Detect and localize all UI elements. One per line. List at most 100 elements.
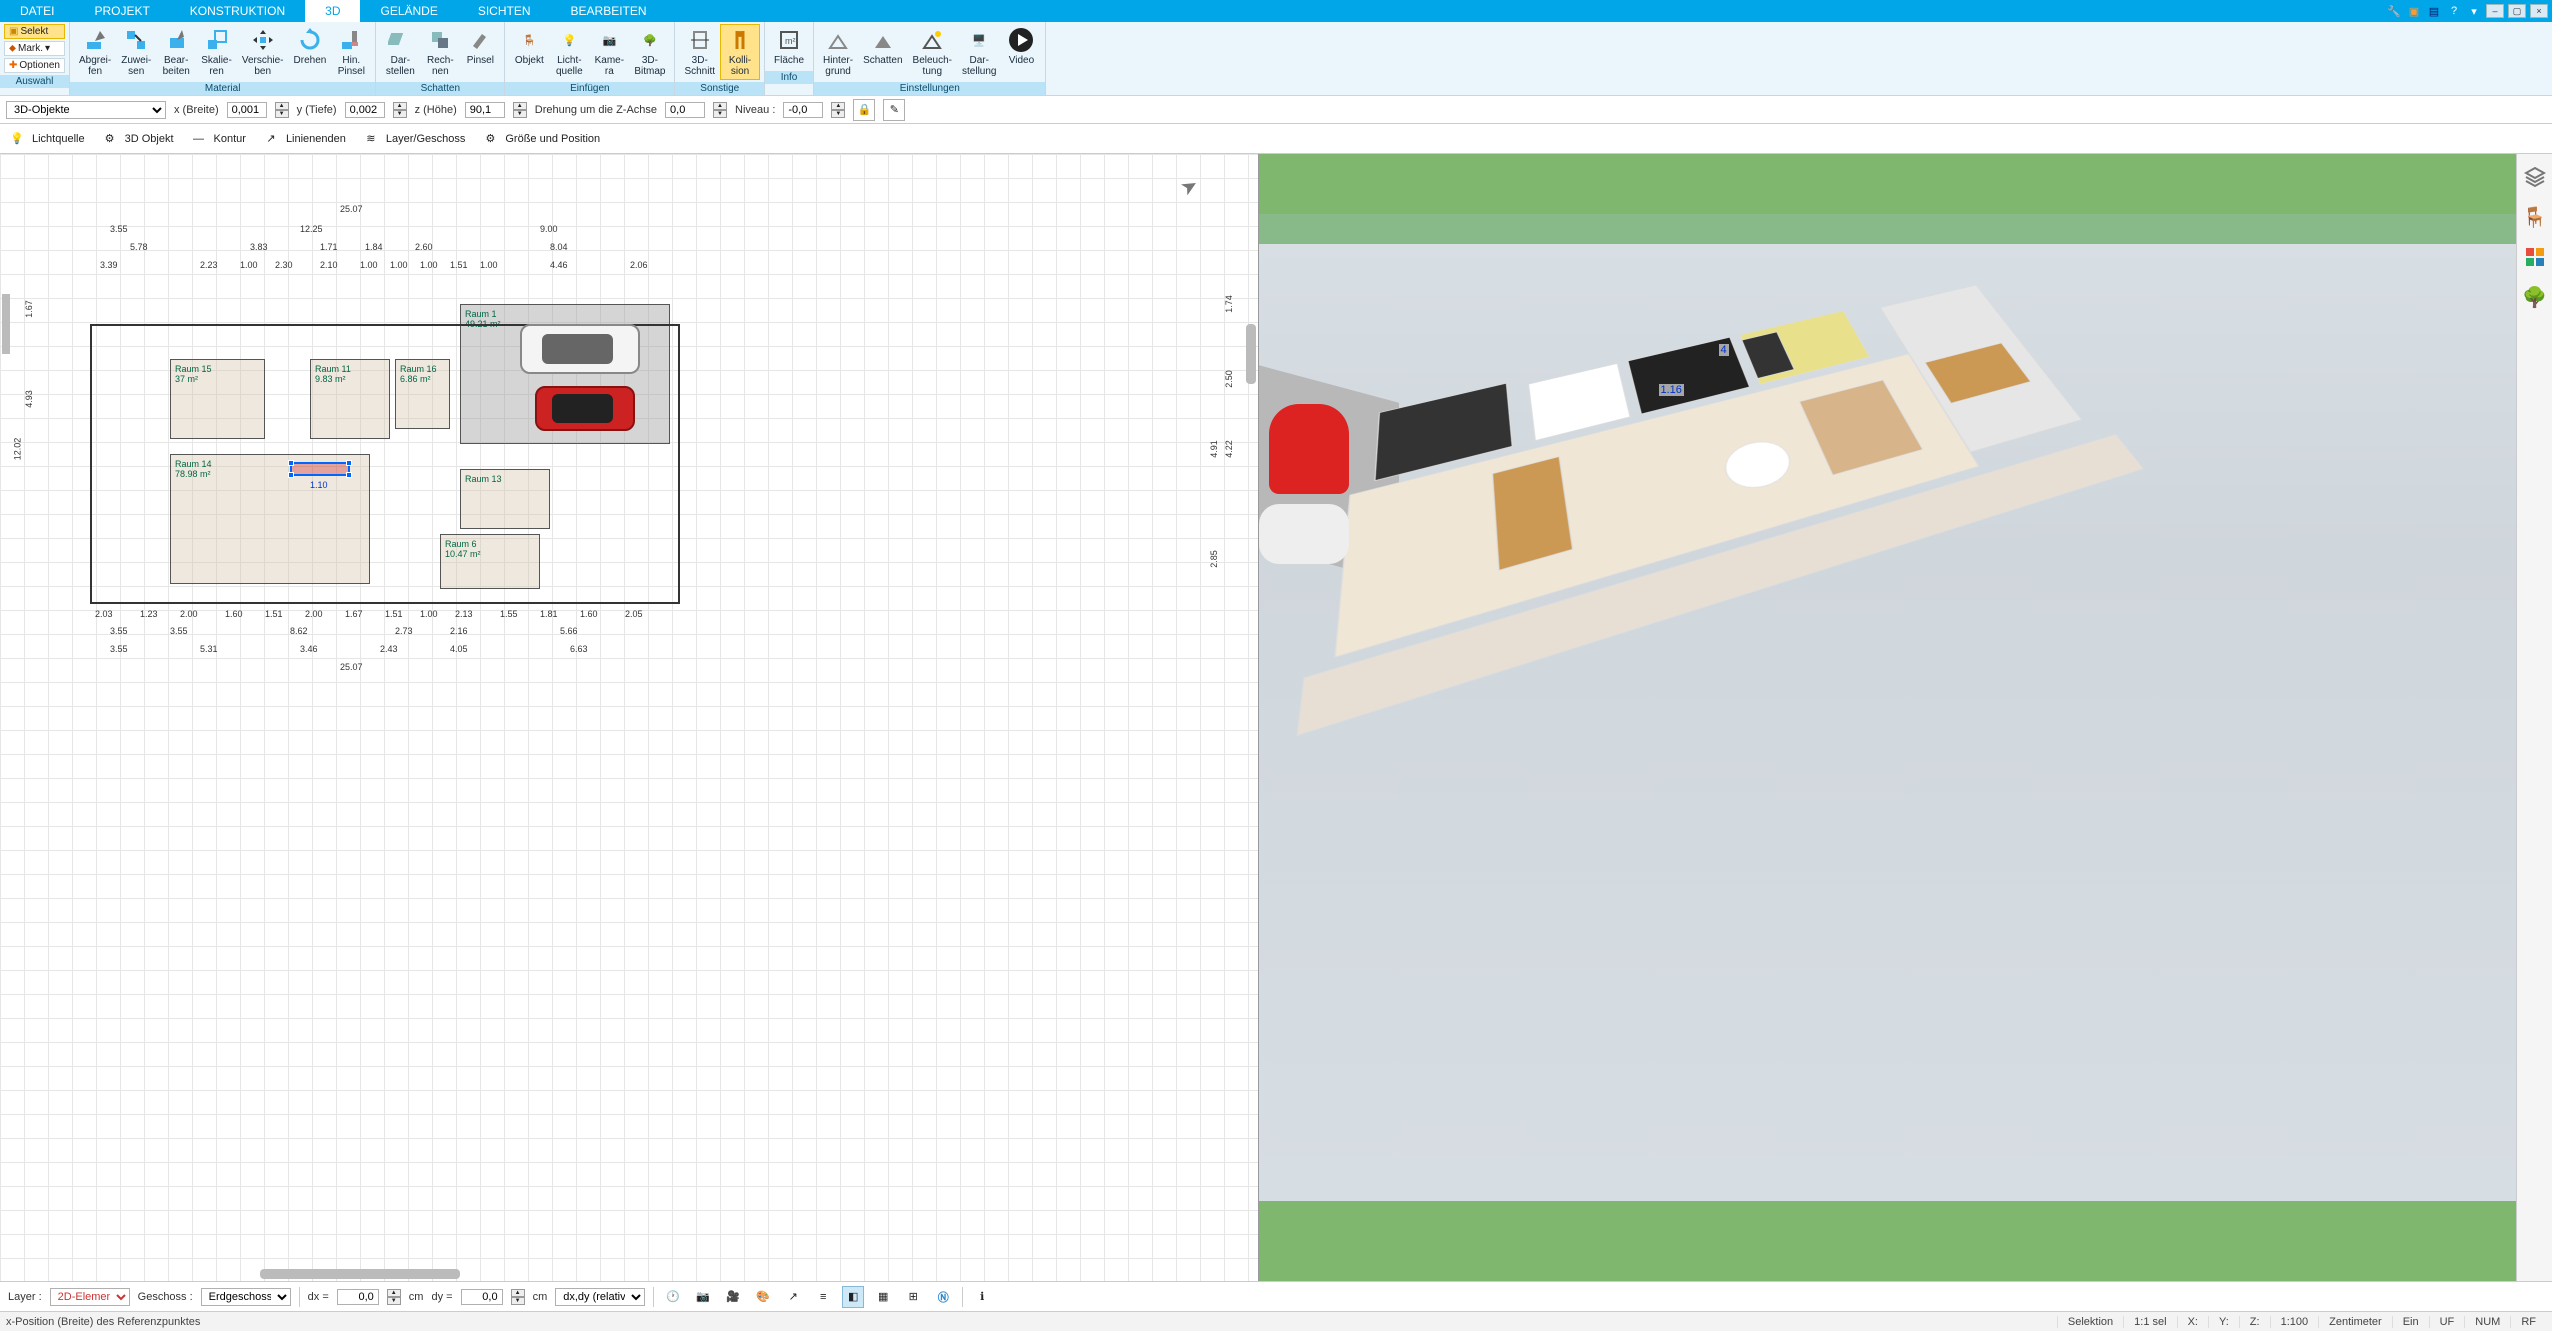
darstellen-button[interactable]: Dar- stellen bbox=[380, 24, 420, 80]
file-icon[interactable]: ▤ bbox=[2426, 3, 2442, 19]
dim-t2-4: 2.60 bbox=[415, 242, 433, 252]
rot-spinner[interactable]: ▲▼ bbox=[713, 102, 727, 118]
y-input[interactable] bbox=[345, 102, 385, 118]
opt-linienenden[interactable]: ↗Linienenden bbox=[262, 130, 346, 148]
dx-input[interactable] bbox=[337, 1289, 379, 1305]
menu-tab-sichten[interactable]: SICHTEN bbox=[458, 0, 551, 22]
flaeche-button[interactable]: m²Fläche bbox=[769, 24, 809, 69]
object-type-select[interactable]: 3D-Objekte bbox=[6, 101, 166, 119]
optionen-button[interactable]: ✚Optionen bbox=[4, 58, 65, 73]
view-2d[interactable]: ➤ 25.07 3.55 12.25 9.00 5.78 3.83 1.71 1… bbox=[0, 154, 1259, 1281]
view-3d[interactable]: 1.16 4 bbox=[1259, 154, 2517, 1281]
zuweisen-button[interactable]: Zuwei- sen bbox=[116, 24, 156, 80]
z-input[interactable] bbox=[465, 102, 505, 118]
kollision-button[interactable]: Kolli- sion bbox=[720, 24, 760, 80]
tool-icon[interactable]: 🔧 bbox=[2386, 3, 2402, 19]
y-spinner[interactable]: ▲▼ bbox=[393, 102, 407, 118]
z-spinner[interactable]: ▲▼ bbox=[513, 102, 527, 118]
dim-t3-11: 2.06 bbox=[630, 260, 648, 270]
mi-cube-icon[interactable]: ◧ bbox=[842, 1286, 864, 1308]
vscroll-2d[interactable] bbox=[1246, 324, 1256, 384]
hinpinsel-button[interactable]: Hin. Pinsel bbox=[331, 24, 371, 80]
niveau-spinner[interactable]: ▲▼ bbox=[831, 102, 845, 118]
dim-t3-3: 2.30 bbox=[275, 260, 293, 270]
rechnen-button[interactable]: Rech- nen bbox=[420, 24, 460, 80]
bearbeiten-button[interactable]: Bear- beiten bbox=[156, 24, 196, 80]
edit-icon[interactable]: ✎ bbox=[883, 99, 905, 121]
menu-tab-konstruktion[interactable]: KONSTRUKTION bbox=[170, 0, 305, 22]
insert-3dbitmap-button[interactable]: 🌳3D- Bitmap bbox=[629, 24, 670, 80]
layer-select[interactable]: 2D-Element bbox=[50, 1288, 130, 1306]
mark-button[interactable]: ⬥Mark.▾ bbox=[4, 41, 65, 56]
dy-input[interactable] bbox=[461, 1289, 503, 1305]
settings-schatten-button[interactable]: Schatten bbox=[858, 24, 907, 80]
menu-tab-projekt[interactable]: PROJEKT bbox=[74, 0, 169, 22]
drehen-button[interactable]: Drehen bbox=[289, 24, 332, 80]
dim3d-2: 4 bbox=[1719, 344, 1729, 356]
insert-objekt-button[interactable]: 🪑Objekt bbox=[509, 24, 549, 80]
dim-t3-1: 2.23 bbox=[200, 260, 218, 270]
dim-b3-5: 6.63 bbox=[570, 644, 588, 654]
skalieren-button[interactable]: Skalie- ren bbox=[196, 24, 237, 80]
help-icon[interactable]: ? bbox=[2446, 3, 2462, 19]
dim-b1-8: 1.00 bbox=[420, 609, 438, 619]
rt-layers-icon[interactable] bbox=[2522, 164, 2548, 190]
opt-lichtquelle[interactable]: 💡Lichtquelle bbox=[8, 130, 85, 148]
beleuchtung-button[interactable]: Beleuch- tung bbox=[908, 24, 957, 80]
status-unit: Zentimeter bbox=[2318, 1316, 2392, 1328]
verschieben-button[interactable]: Verschie- ben bbox=[237, 24, 289, 80]
hintergrund-button[interactable]: Hinter- grund bbox=[818, 24, 858, 80]
opt-groesse-position[interactable]: ⚙Größe und Position bbox=[481, 130, 600, 148]
dropdown-icon[interactable]: ▾ bbox=[2466, 3, 2482, 19]
menu-tab-gelaende[interactable]: GELÄNDE bbox=[360, 0, 457, 22]
mi-colors-icon[interactable]: 🎨 bbox=[752, 1286, 774, 1308]
video-button[interactable]: Video bbox=[1001, 24, 1041, 80]
opt-3d-objekt[interactable]: ⚙3D Objekt bbox=[101, 130, 174, 148]
settings-darstellung-button[interactable]: 🖥️Dar- stellung bbox=[957, 24, 1001, 80]
dim-t1-1: 12.25 bbox=[300, 224, 323, 234]
layers-icon[interactable]: ▣ bbox=[2406, 3, 2422, 19]
opt-kontur[interactable]: ―Kontur bbox=[190, 130, 246, 148]
lock-icon[interactable]: 🔒 bbox=[853, 99, 875, 121]
mi-clock-icon[interactable]: 🕐 bbox=[662, 1286, 684, 1308]
mi-camera-icon[interactable]: 📷 bbox=[692, 1286, 714, 1308]
abgreifen-button[interactable]: Abgrei- fen bbox=[74, 24, 116, 80]
dim-b1-4: 1.51 bbox=[265, 609, 283, 619]
mi-grid2-icon[interactable]: ⊞ bbox=[902, 1286, 924, 1308]
rot-label: Drehung um die Z-Achse bbox=[535, 104, 657, 116]
rt-furniture-icon[interactable]: 🪑 bbox=[2522, 204, 2548, 230]
niveau-input[interactable] bbox=[783, 102, 823, 118]
status-bar: x-Position (Breite) des Referenzpunktes … bbox=[0, 1311, 2552, 1331]
mi-n-icon[interactable]: Ⓝ bbox=[932, 1286, 954, 1308]
menu-tab-bearbeiten[interactable]: BEARBEITEN bbox=[551, 0, 667, 22]
mi-info-icon[interactable]: ℹ bbox=[971, 1286, 993, 1308]
dim-t3-0: 3.39 bbox=[100, 260, 118, 270]
rt-colors-icon[interactable] bbox=[2522, 244, 2548, 270]
x-input[interactable] bbox=[227, 102, 267, 118]
opt-layer-geschoss[interactable]: ≋Layer/Geschoss bbox=[362, 130, 465, 148]
menu-tab-3d[interactable]: 3D bbox=[305, 0, 360, 22]
car3d-white-icon bbox=[1259, 504, 1349, 564]
rt-tree-icon[interactable]: 🌳 bbox=[2522, 284, 2548, 310]
dy-spinner[interactable]: ▲▼ bbox=[511, 1289, 525, 1305]
rot-input[interactable] bbox=[665, 102, 705, 118]
close-button[interactable]: × bbox=[2530, 4, 2548, 18]
insert-kamera-button[interactable]: 📷Kame- ra bbox=[589, 24, 629, 80]
hscroll-2d[interactable] bbox=[260, 1269, 460, 1279]
x-spinner[interactable]: ▲▼ bbox=[275, 102, 289, 118]
maximize-button[interactable]: ▢ bbox=[2508, 4, 2526, 18]
dx-spinner[interactable]: ▲▼ bbox=[387, 1289, 401, 1305]
geschoss-select[interactable]: Erdgeschoss bbox=[201, 1288, 291, 1306]
mi-grid-icon[interactable]: ▦ bbox=[872, 1286, 894, 1308]
selekt-button[interactable]: ▣Selekt bbox=[4, 24, 65, 39]
schatten-pinsel-button[interactable]: Pinsel bbox=[460, 24, 500, 80]
menu-tab-datei[interactable]: DATEI bbox=[0, 0, 74, 22]
rel-select[interactable]: dx,dy (relativ ka bbox=[555, 1288, 645, 1306]
mi-video-icon[interactable]: 🎥 bbox=[722, 1286, 744, 1308]
mi-layers-icon[interactable]: ≡ bbox=[812, 1286, 834, 1308]
insert-licht-button[interactable]: 💡Licht- quelle bbox=[549, 24, 589, 80]
selection-box[interactable] bbox=[290, 462, 350, 476]
mi-up-icon[interactable]: ↗ bbox=[782, 1286, 804, 1308]
3dschnitt-button[interactable]: 3D- Schnitt bbox=[679, 24, 720, 80]
minimize-button[interactable]: – bbox=[2486, 4, 2504, 18]
